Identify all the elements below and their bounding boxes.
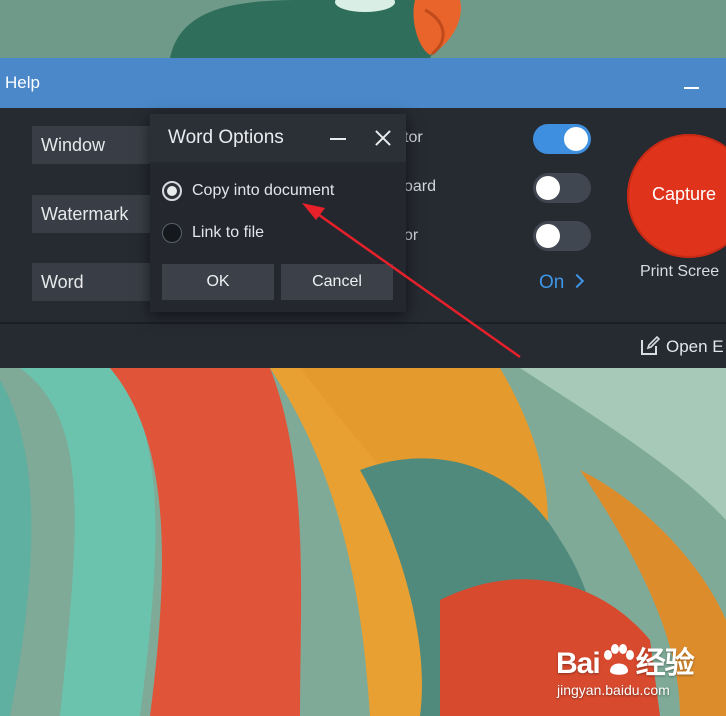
watermark-logo: Bai 经验 xyxy=(556,638,695,682)
word-options-dialog: Word Options Copy into document Link to … xyxy=(150,114,406,312)
edit-icon xyxy=(641,336,660,355)
toggle-option-3[interactable] xyxy=(533,221,591,251)
toggle-option-1[interactable] xyxy=(533,124,591,154)
option-label-3: or xyxy=(404,227,419,244)
toggle-knob xyxy=(536,176,560,200)
window-title: Help xyxy=(5,73,40,92)
divider xyxy=(0,322,726,324)
watermark-url: jingyan.baidu.com xyxy=(557,682,670,698)
baidu-jingyan-watermark: Bai 经验 jingyan.baidu.com xyxy=(556,638,726,716)
capture-button[interactable]: Capture xyxy=(627,134,726,258)
field-watermark[interactable]: Watermark xyxy=(32,195,154,233)
dialog-title: Word Options xyxy=(168,127,284,148)
toggle-option-2[interactable] xyxy=(533,173,591,203)
title-bar: Help xyxy=(0,58,726,108)
paw-icon xyxy=(603,644,634,675)
dialog-header: Word Options xyxy=(150,114,406,162)
radio-checked-icon xyxy=(162,181,182,201)
cancel-button[interactable]: Cancel xyxy=(281,264,393,300)
chevron-right-icon xyxy=(570,273,585,289)
open-editor-link[interactable]: Open E xyxy=(640,336,724,357)
on-link-label: On xyxy=(539,272,565,293)
radio-unchecked-icon xyxy=(162,223,182,243)
option-label-2: oard xyxy=(404,178,437,195)
on-link[interactable]: On xyxy=(539,272,585,294)
open-editor-label: Open E xyxy=(666,337,724,356)
minimize-icon xyxy=(330,138,346,140)
dialog-close-button[interactable] xyxy=(372,127,394,149)
dialog-minimize-button[interactable] xyxy=(328,125,348,151)
option-label-1: tor xyxy=(404,129,423,146)
capture-hotkey-label: Print Scree xyxy=(640,263,720,280)
toggle-knob xyxy=(564,127,588,151)
capture-button-label: Capture xyxy=(652,184,717,204)
field-word[interactable]: Word xyxy=(32,263,154,301)
minimize-button[interactable] xyxy=(684,70,700,96)
field-window[interactable]: Window xyxy=(32,126,154,164)
radio-label: Link to file xyxy=(192,224,265,241)
minimize-icon xyxy=(684,87,699,89)
toggle-knob xyxy=(536,224,560,248)
radio-label: Copy into document xyxy=(192,182,335,199)
ok-button[interactable]: OK xyxy=(162,264,274,300)
